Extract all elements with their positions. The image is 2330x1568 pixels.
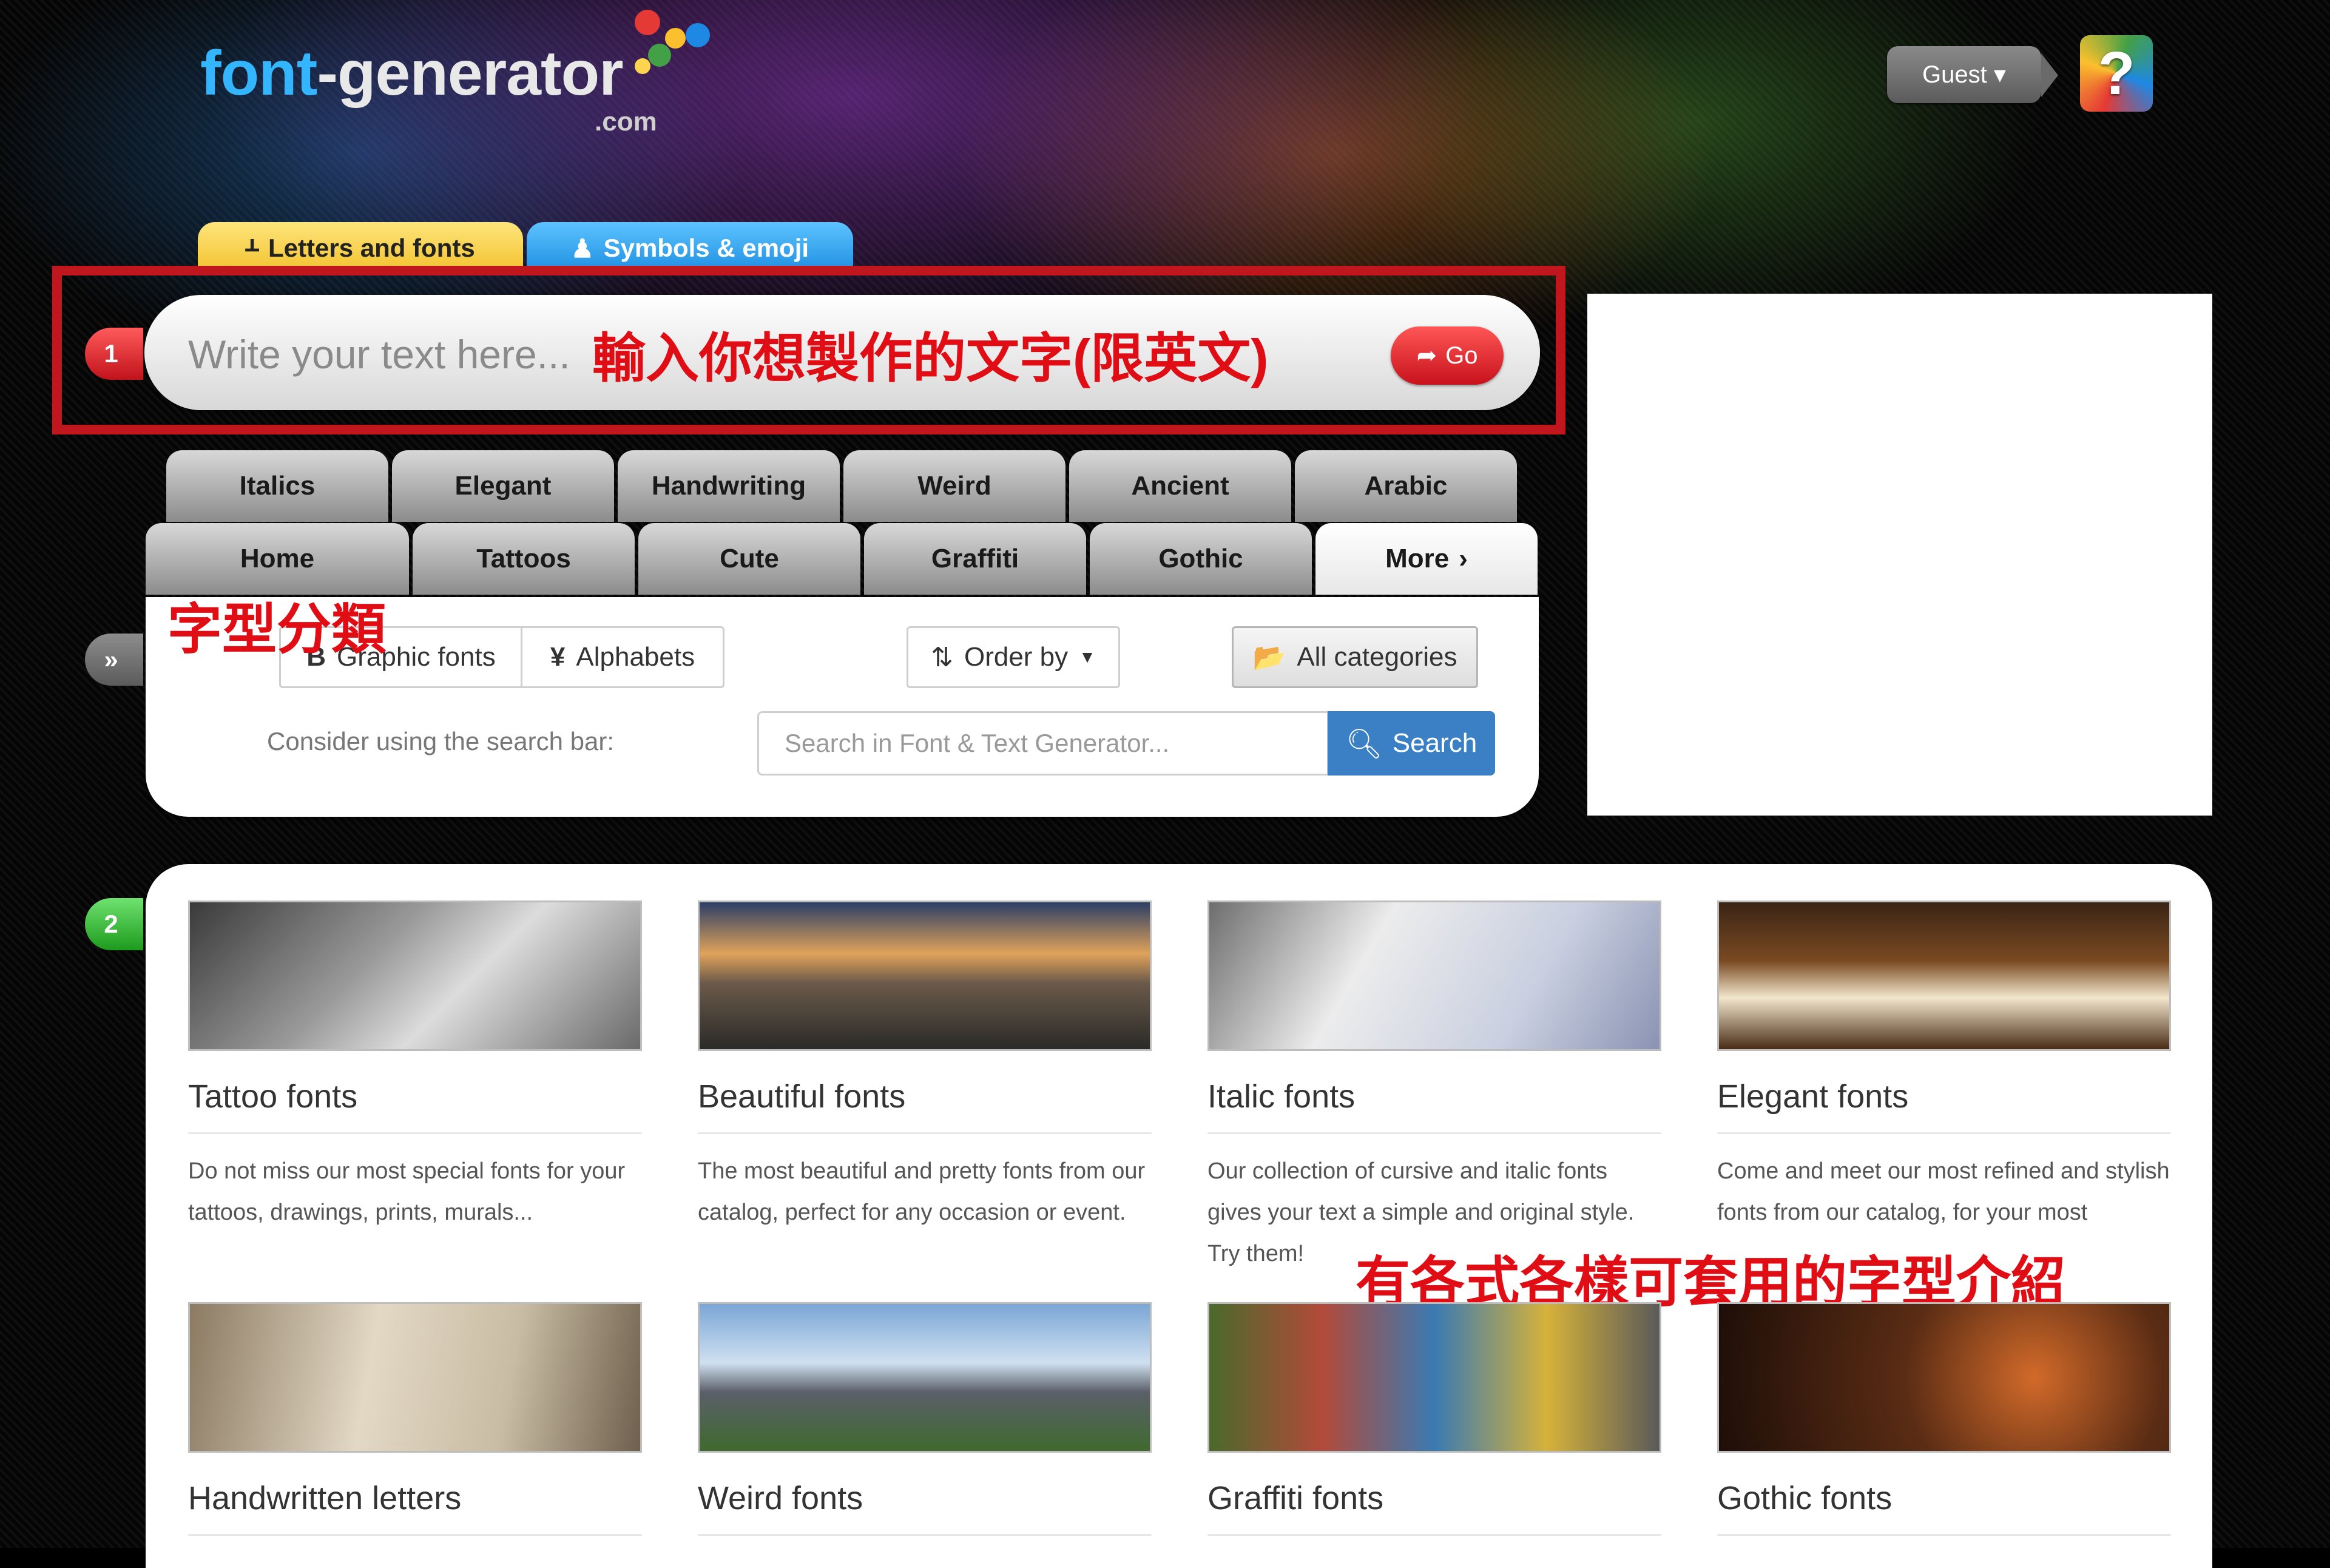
- card-title-beautiful[interactable]: Beautiful fonts: [698, 1078, 905, 1115]
- search-button[interactable]: 🔍︎ Search: [1328, 711, 1495, 776]
- card-divider: [1207, 1534, 1661, 1536]
- card-title-weird[interactable]: Weird fonts: [698, 1479, 863, 1517]
- tab-letters-label: Letters and fonts: [268, 234, 475, 262]
- cat-elegant[interactable]: Elegant: [392, 450, 614, 522]
- site-logo[interactable]: font-generator: [200, 38, 624, 110]
- card-title-italic[interactable]: Italic fonts: [1207, 1078, 1355, 1115]
- card-image-beautiful[interactable]: [698, 901, 1152, 1051]
- card-title-graffiti[interactable]: Graffiti fonts: [1207, 1479, 1383, 1517]
- search-input[interactable]: Search in Font & Text Generator...: [757, 711, 1329, 776]
- card-divider: [188, 1132, 642, 1134]
- search-button-label: Search: [1392, 728, 1477, 758]
- logo-molecule-icon: [631, 6, 716, 79]
- logo-text-font: font: [200, 38, 317, 109]
- cat-tattoos[interactable]: Tattoos: [413, 523, 635, 595]
- alphabets-label: Alphabets: [576, 642, 695, 672]
- text-t-icon: ᚆ: [246, 234, 258, 263]
- annotation-highlight-box: [52, 266, 1565, 434]
- cat-graffiti[interactable]: Graffiti: [864, 523, 1086, 595]
- cat-cute[interactable]: Cute: [638, 523, 860, 595]
- card-title-gothic[interactable]: Gothic fonts: [1717, 1479, 1892, 1517]
- card-divider: [1717, 1534, 2171, 1536]
- card-divider: [1717, 1132, 2171, 1134]
- card-desc-elegant: Come and meet our most refined and styli…: [1717, 1158, 2170, 1225]
- card-image-italic[interactable]: [1207, 901, 1661, 1051]
- chevron-right-icon: ›: [1459, 544, 1468, 573]
- guest-arrow-decoration: [2041, 53, 2058, 97]
- panel-toggle-button[interactable]: »: [85, 634, 143, 686]
- cat-more-label: More: [1385, 544, 1450, 573]
- yen-icon: ¥: [550, 642, 566, 672]
- card-divider: [1207, 1132, 1661, 1134]
- cat-home[interactable]: Home: [146, 523, 409, 595]
- tab-symbols-label: Symbols & emoji: [603, 234, 809, 262]
- card-divider: [188, 1534, 642, 1536]
- card-image-graffiti[interactable]: [1207, 1302, 1661, 1453]
- card-divider: [698, 1132, 1152, 1134]
- help-icon[interactable]: ?: [2080, 35, 2153, 112]
- card-title-tattoo[interactable]: Tattoo fonts: [188, 1078, 357, 1115]
- card-image-tattoo[interactable]: [188, 901, 642, 1051]
- all-categories-label: All categories: [1297, 642, 1457, 672]
- cat-arabic[interactable]: Arabic: [1295, 450, 1517, 522]
- cat-italics[interactable]: Italics: [166, 450, 388, 522]
- all-categories-button[interactable]: 📂 All categories: [1232, 626, 1478, 688]
- folder-open-icon: 📂: [1252, 643, 1286, 672]
- caret-down-icon: ▼: [1079, 647, 1096, 666]
- card-image-gothic[interactable]: [1717, 1302, 2171, 1453]
- card-image-handwritten[interactable]: [188, 1302, 642, 1453]
- cat-ancient[interactable]: Ancient: [1069, 450, 1291, 522]
- search-icon: 🔍︎: [1345, 728, 1383, 760]
- ad-slot: [1587, 294, 2212, 816]
- search-hint: Consider using the search bar:: [267, 727, 614, 755]
- logo-domain: .com: [595, 107, 657, 137]
- card-desc-tattoo: Do not miss our most special fonts for y…: [188, 1158, 626, 1225]
- card-image-weird[interactable]: [698, 1302, 1152, 1453]
- step-2-badge: 2: [85, 898, 143, 950]
- card-image-elegant[interactable]: [1717, 901, 2171, 1051]
- guest-menu-button[interactable]: Guest ▾: [1887, 46, 2041, 103]
- card-title-handwritten[interactable]: Handwritten letters: [188, 1479, 461, 1517]
- sort-icon: ⇅: [931, 642, 953, 672]
- card-desc-beautiful: The most beautiful and pretty fonts from…: [698, 1158, 1146, 1225]
- alphabets-button[interactable]: ¥ Alphabets: [521, 626, 724, 688]
- chess-pawn-icon: ♟: [570, 234, 594, 263]
- cat-handwriting[interactable]: Handwriting: [618, 450, 840, 522]
- logo-text-generator: -generator: [317, 38, 623, 109]
- cat-gothic[interactable]: Gothic: [1090, 523, 1312, 595]
- cat-weird[interactable]: Weird: [843, 450, 1065, 522]
- card-title-elegant[interactable]: Elegant fonts: [1717, 1078, 1908, 1115]
- annotation-categories: 字型分類: [167, 600, 386, 660]
- card-divider: [698, 1534, 1152, 1536]
- order-by-dropdown[interactable]: ⇅ Order by ▼: [907, 626, 1120, 688]
- order-by-label: Order by: [964, 642, 1069, 672]
- cat-more[interactable]: More ›: [1315, 523, 1538, 595]
